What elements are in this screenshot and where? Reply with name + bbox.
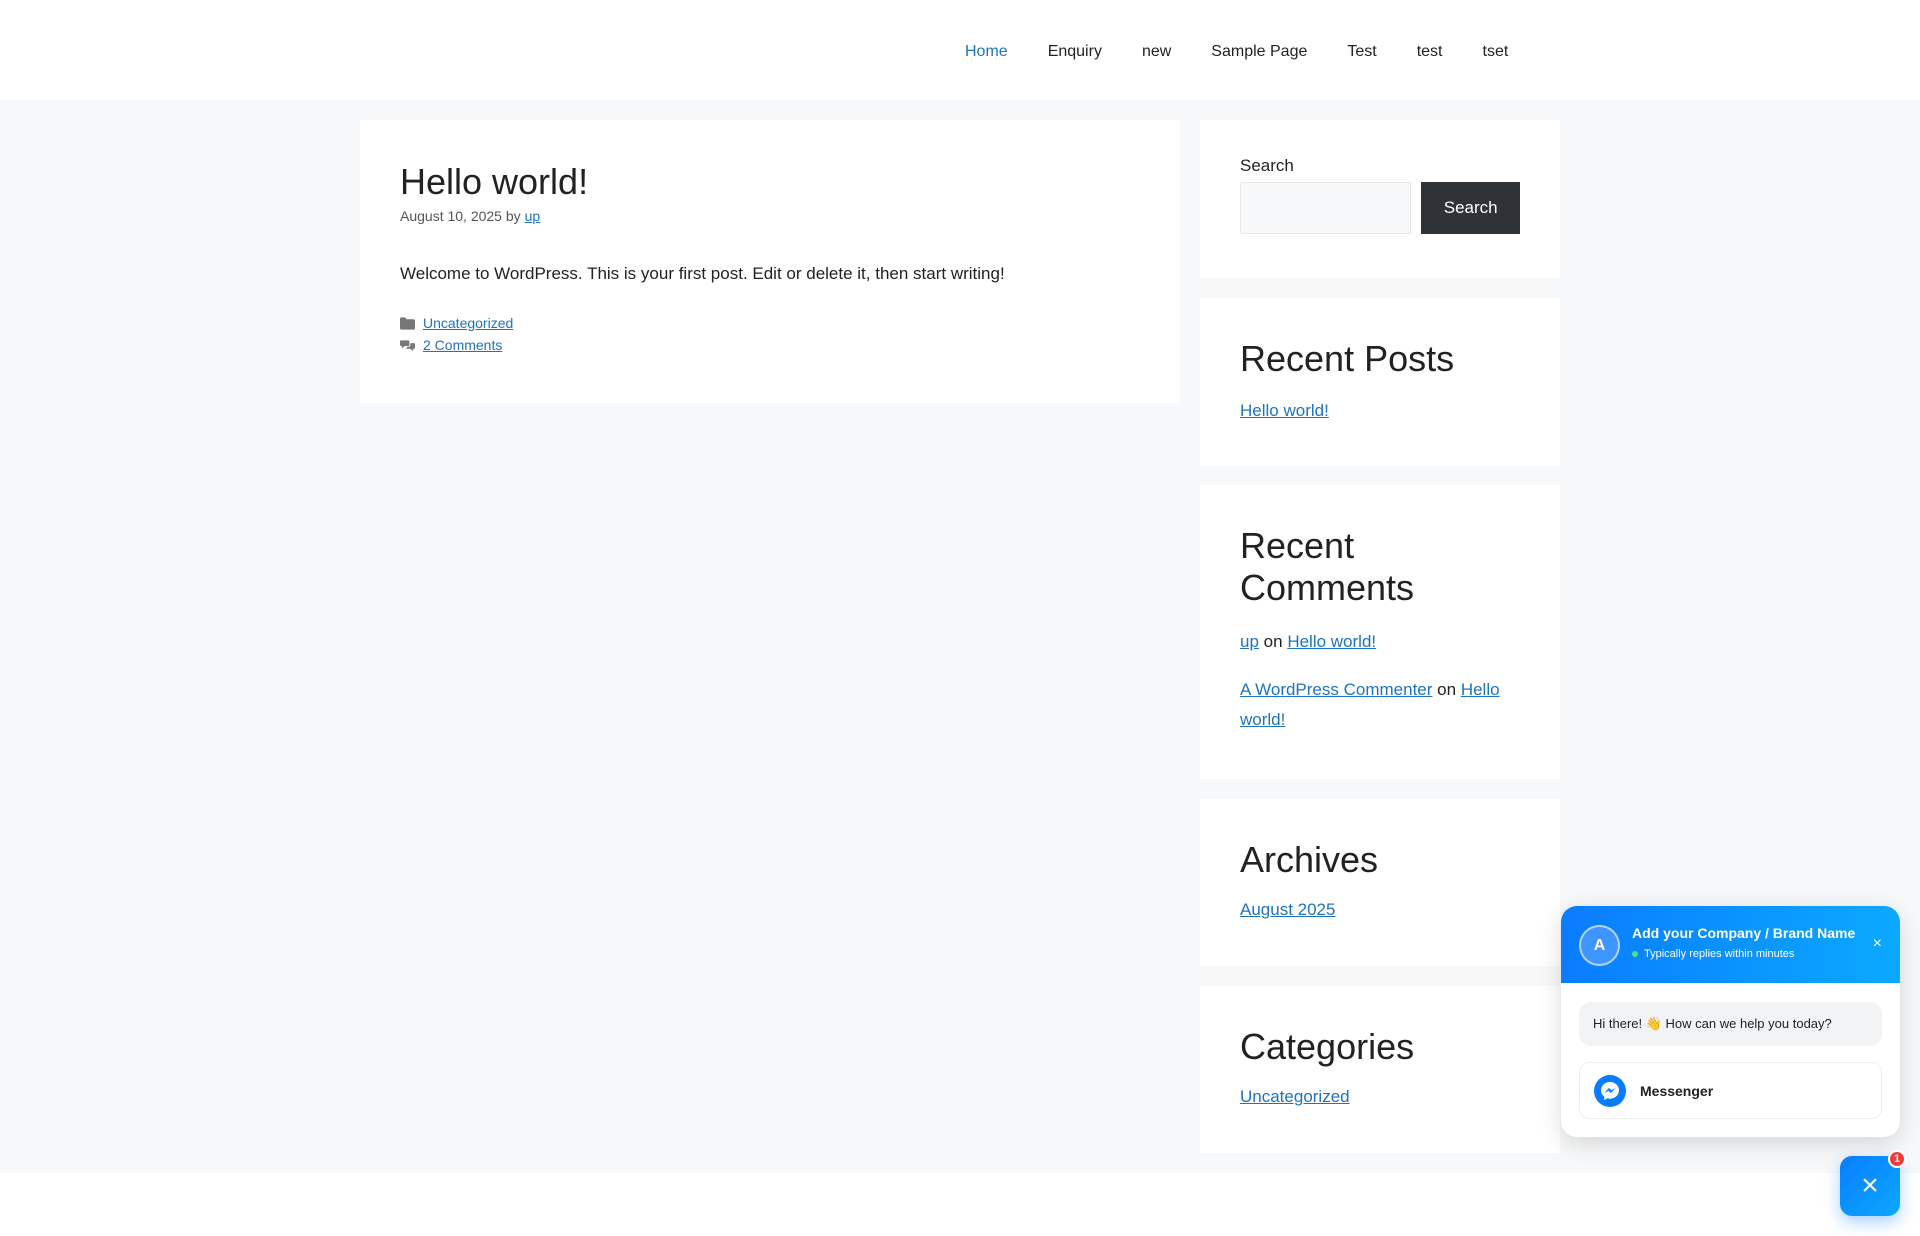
- recent-post-item: Hello world!: [1240, 396, 1520, 426]
- comment-author-link[interactable]: up: [1240, 632, 1259, 651]
- comment-on-label: on: [1263, 632, 1283, 651]
- nav-item-sample-page[interactable]: Sample Page: [1211, 40, 1307, 64]
- category-item: Uncategorized: [1240, 1082, 1520, 1112]
- comment-author-link[interactable]: A WordPress Commenter: [1240, 680, 1432, 699]
- post-by-label: by: [505, 208, 521, 224]
- folder-icon: [400, 316, 415, 330]
- nav-item-test[interactable]: Test: [1347, 40, 1376, 64]
- nav-item-enquiry[interactable]: Enquiry: [1048, 40, 1102, 64]
- search-label: Search: [1240, 156, 1294, 175]
- comment-on-label: on: [1437, 680, 1457, 699]
- post-comments-row: 2 Comments: [400, 334, 1140, 356]
- chat-greeting-bubble: Hi there! 👋 How can we help you today?: [1579, 1002, 1882, 1046]
- post-meta: August 10, 2025 by up: [400, 208, 1140, 224]
- post-body: Welcome to WordPress. This is your first…: [400, 264, 1005, 283]
- chat-toggle-button[interactable]: × 1: [1840, 1150, 1906, 1216]
- post-title[interactable]: Hello world!: [400, 160, 1140, 204]
- nav-item-tset[interactable]: tset: [1483, 40, 1509, 64]
- recent-post-link[interactable]: Hello world!: [1240, 401, 1329, 420]
- search-widget: Search Search: [1200, 120, 1560, 278]
- chat-status: Typically replies within minutes: [1632, 948, 1794, 960]
- recent-posts-title: Recent Posts: [1240, 338, 1455, 379]
- nav-item-test-lower[interactable]: test: [1417, 40, 1443, 64]
- online-status-icon: [1632, 951, 1638, 957]
- post-footer: Uncategorized 2 Comments: [400, 312, 1140, 356]
- search-button[interactable]: Search: [1421, 182, 1520, 234]
- comments-icon: [400, 339, 415, 351]
- search-row: Search: [1240, 182, 1520, 234]
- messenger-channel-button[interactable]: Messenger: [1579, 1062, 1882, 1119]
- post-category-row: Uncategorized: [400, 312, 1140, 334]
- search-input[interactable]: [1240, 182, 1412, 234]
- messenger-icon: [1594, 1074, 1626, 1107]
- chat-header: A Add your Company / Brand Name Typicall…: [1561, 906, 1900, 983]
- chat-popup: A Add your Company / Brand Name Typicall…: [1561, 906, 1900, 1137]
- site-header: Home Enquiry new Sample Page Test test t…: [0, 0, 1920, 100]
- notification-badge: 1: [1888, 1150, 1906, 1168]
- archive-item: August 2025: [1240, 895, 1520, 925]
- recent-comments-title: Recent Comments: [1240, 525, 1415, 608]
- recent-comment-item: up on Hello world!: [1240, 627, 1520, 657]
- primary-navigation: Home Enquiry new Sample Page Test test t…: [965, 40, 1548, 64]
- category-link[interactable]: Uncategorized: [1240, 1087, 1350, 1106]
- archive-link[interactable]: August 2025: [1240, 900, 1335, 919]
- archives-widget: Archives August 2025: [1200, 799, 1560, 966]
- categories-widget: Categories Uncategorized: [1200, 986, 1560, 1153]
- chat-avatar: A: [1579, 925, 1620, 966]
- categories-title: Categories: [1240, 1026, 1415, 1067]
- chat-status-text: Typically replies within minutes: [1644, 948, 1795, 960]
- recent-comment-item: A WordPress Commenter on Hello world!: [1240, 675, 1520, 735]
- post-date: August 10, 2025: [400, 208, 502, 224]
- recent-comments-widget: Recent Comments up on Hello world! A Wor…: [1200, 485, 1560, 779]
- chat-brand-name: Add your Company / Brand Name: [1632, 925, 1856, 941]
- post-category-link[interactable]: Uncategorized: [423, 312, 513, 334]
- post-comments-link[interactable]: 2 Comments: [423, 334, 502, 356]
- post-card: Hello world! August 10, 2025 by up Welco…: [360, 120, 1180, 403]
- comment-post-link[interactable]: Hello world!: [1287, 632, 1376, 651]
- messenger-label: Messenger: [1640, 1082, 1714, 1099]
- archives-title: Archives: [1240, 839, 1379, 880]
- recent-posts-widget: Recent Posts Hello world!: [1200, 298, 1560, 466]
- close-icon: ×: [1861, 1169, 1879, 1202]
- chat-close-icon[interactable]: ×: [1873, 936, 1882, 952]
- nav-item-home[interactable]: Home: [965, 40, 1008, 64]
- post-author-link[interactable]: up: [525, 208, 541, 224]
- nav-item-new[interactable]: new: [1142, 40, 1171, 64]
